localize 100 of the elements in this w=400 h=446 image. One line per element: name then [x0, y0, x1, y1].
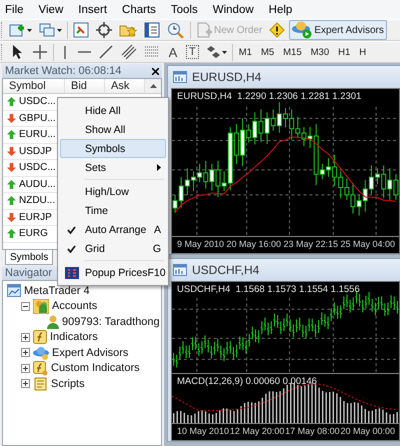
function-icon [33, 330, 47, 344]
expand-icon[interactable] [21, 332, 30, 342]
check-icon [67, 226, 76, 234]
windows-icon [39, 22, 55, 38]
menu-item[interactable]: Tools [166, 4, 204, 16]
window-chart-icon [7, 284, 21, 298]
expand-icon[interactable] [21, 379, 30, 388]
tree-item[interactable]: Indicators [50, 331, 98, 344]
tree-item[interactable]: Custom Indicators [51, 362, 140, 374]
tree-item[interactable]: MetaTrader 4 [24, 284, 90, 297]
menu-item[interactable]: High/Low [60, 182, 166, 201]
symbol-cell[interactable]: USDC... [19, 96, 56, 108]
crosshair-button[interactable] [93, 20, 115, 40]
column-header[interactable]: Bid [65, 79, 105, 93]
check-icon [67, 244, 76, 252]
panel-title: Navigator [5, 267, 52, 279]
tree-item[interactable]: Accounts [52, 300, 98, 312]
tree-item[interactable]: Scripts [51, 378, 85, 390]
hat-icon [33, 346, 49, 360]
chart-window-icon [173, 264, 187, 276]
caret-icon [222, 50, 227, 54]
label-button[interactable]: T [183, 42, 202, 62]
function-icon [33, 360, 48, 376]
menu-item[interactable]: View [34, 4, 70, 16]
timeframe-button[interactable]: M5 [256, 42, 278, 62]
menu-item[interactable]: Insert [74, 4, 114, 16]
axis-label: 10 May 2010 [177, 426, 230, 436]
menu-item[interactable]: Sets [60, 158, 166, 177]
symbol-cell[interactable]: EURU... [19, 129, 56, 140]
close-icon [152, 68, 159, 74]
caret-icon [57, 28, 62, 32]
menu-item[interactable]: Hide All [60, 101, 166, 120]
column-header[interactable]: Symbol [3, 79, 65, 93]
market-watch-icon [73, 22, 89, 38]
menu-item[interactable]: Help [264, 4, 298, 16]
timeframe-button[interactable]: M30 [306, 42, 334, 62]
timeframe-button[interactable]: M15 [279, 42, 306, 62]
menu-item[interactable]: Show All [60, 120, 166, 139]
vertical-line-icon [64, 46, 66, 58]
new-chart-icon [9, 22, 25, 38]
timeframe-button[interactable]: M1 [234, 42, 256, 62]
menu-item[interactable]: Auto Arrange A [60, 220, 166, 239]
column-header[interactable]: Ask [105, 79, 145, 93]
channel-icon [121, 44, 137, 60]
tree-item[interactable]: 909793: Taradthong [62, 316, 160, 328]
text-button[interactable]: A [164, 42, 182, 62]
symbol-cell[interactable]: NZDU... [19, 195, 56, 206]
chart-window-icon [173, 71, 187, 83]
chart-header: EURUSD,H4 1.2290 1.2306 1.2281 1.2301 [177, 91, 362, 102]
indicator-label: MACD(12,26,9) 0.00060 0.00146 [177, 376, 317, 387]
symbol-cell[interactable]: GBPU... [19, 112, 56, 124]
chart-title: EURUSD,H4 [192, 70, 262, 84]
panel-title: Market Watch: 06:08:14 [5, 65, 122, 77]
expert-advisors-button[interactable]: Expert Advisors [289, 20, 387, 40]
axis-label: 20 May 00:00 [340, 426, 395, 436]
axis-label: 20 May 16:00 [226, 238, 282, 248]
document-plus-icon [196, 22, 212, 38]
chart-header: USDCHF,H4 1.1568 1.1573 1.1554 1.1556 [177, 284, 360, 295]
menu-item[interactable]: File [1, 4, 30, 16]
menu-item[interactable]: Charts [118, 4, 162, 16]
tree-item[interactable]: Expert Advisors [52, 346, 128, 359]
symbol-cell[interactable]: EURG [19, 228, 48, 240]
magnifier-clock-icon [167, 22, 185, 38]
horizontal-line-icon [78, 51, 91, 53]
menu-item[interactable]: Symbols [60, 139, 166, 158]
menu-item[interactable]: Grid G [60, 239, 166, 258]
shapes-icon [206, 44, 220, 60]
axis-label: 23 May 22:15 [283, 238, 338, 248]
axis-label: 17 May 08:00 [285, 426, 340, 436]
crosshair-lines-icon [32, 44, 48, 60]
menu-item[interactable]: Window [208, 4, 260, 16]
symbol-cell[interactable]: AUDU... [19, 178, 56, 190]
menu-item[interactable]: Time [60, 201, 166, 220]
user-icon [47, 314, 59, 329]
expand-icon[interactable] [21, 364, 30, 373]
users-icon [33, 298, 49, 314]
collapse-icon[interactable] [21, 302, 30, 311]
scroll-icon [33, 376, 48, 391]
axis-label: 12 May 20:00 [230, 426, 284, 436]
caret-icon [27, 28, 32, 32]
symbol-cell[interactable]: EURJP [19, 212, 52, 223]
axis-label: 9 May 2010 [177, 238, 224, 248]
crosshair-icon [96, 22, 112, 38]
symbol-cell[interactable]: USDC... [19, 162, 56, 174]
scroll-up-icon [150, 84, 156, 88]
chart-title: USDCHF,H4 [192, 263, 260, 277]
shortcut-label: G [152, 242, 161, 254]
warning-icon [269, 22, 286, 38]
timeframe-button[interactable]: H1 [334, 42, 354, 62]
menu-item[interactable]: Popup PricesF10 [60, 263, 166, 282]
price-table-icon [64, 266, 78, 278]
axis-label: 25 May 04:00 [340, 238, 395, 248]
expand-icon[interactable] [21, 348, 30, 358]
timeframe-button[interactable]: H [355, 42, 370, 62]
trend-line-icon [98, 44, 114, 60]
symbols-tab[interactable]: Symbols [5, 250, 54, 265]
submenu-arrow-icon [157, 164, 161, 171]
symbol-cell[interactable]: USDJP [19, 146, 52, 157]
shortcut-label: F10 [147, 266, 166, 278]
shortcut-label: A [154, 224, 161, 236]
